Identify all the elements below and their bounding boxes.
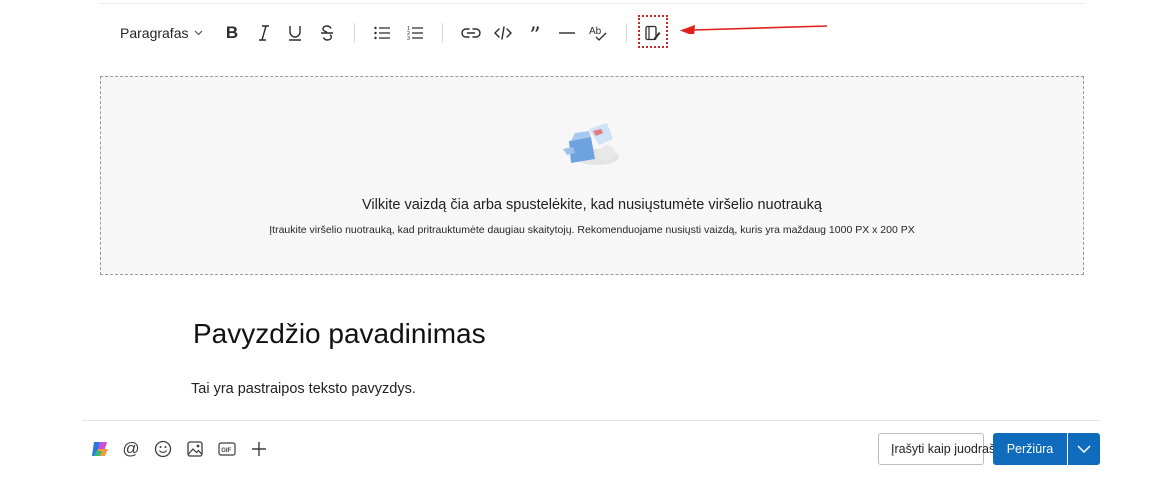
cover-photo-dropzone[interactable]: Vilkite vaizdą čia arba spustelėkite, ka…	[100, 76, 1084, 275]
cover-upload-illustration-icon	[563, 123, 619, 165]
code-button[interactable]	[491, 18, 515, 48]
quote-icon: ”	[529, 24, 541, 49]
copilot-button[interactable]	[88, 437, 112, 461]
preview-dropdown-button[interactable]	[1068, 433, 1100, 465]
spellcheck-button[interactable]: Ab	[586, 18, 612, 48]
paragraph-style-dropdown[interactable]: Paragrafas	[120, 18, 206, 48]
italic-icon	[259, 25, 269, 41]
svg-text:3: 3	[407, 36, 410, 41]
code-icon	[494, 26, 512, 40]
bottom-divider	[82, 420, 1100, 421]
add-content-button[interactable]	[247, 437, 271, 461]
highlight-box	[638, 15, 668, 48]
svg-text:Ab: Ab	[589, 26, 602, 37]
mention-icon: @	[122, 439, 140, 458]
preview-button[interactable]: Peržiūra	[993, 433, 1067, 465]
save-draft-label: Įrašyti kaip juodraštį	[891, 442, 1002, 456]
toolbar-divider	[442, 23, 443, 43]
strikethrough-icon	[321, 25, 333, 41]
emoji-button[interactable]	[151, 437, 175, 461]
save-draft-button[interactable]: Įrašyti kaip juodraštį	[878, 433, 1001, 465]
add-icon	[252, 442, 266, 456]
annotation-arrow	[680, 25, 828, 34]
underline-icon	[289, 26, 301, 41]
image-button[interactable]	[183, 437, 207, 461]
preview-label: Peržiūra	[1006, 442, 1054, 456]
horizontal-rule-icon	[559, 32, 575, 34]
toolbar-divider	[354, 23, 355, 43]
chevron-down-icon	[195, 30, 203, 36]
gif-icon: GIF	[218, 442, 236, 456]
top-divider	[100, 3, 1084, 4]
underline-button[interactable]	[283, 18, 307, 48]
strikethrough-button[interactable]	[315, 18, 339, 48]
emoji-icon	[154, 440, 172, 458]
link-icon	[461, 28, 481, 38]
bulleted-list-button[interactable]	[370, 18, 394, 48]
cover-title: Vilkite vaizdą čia arba spustelėkite, ka…	[362, 197, 822, 213]
article-title[interactable]: Pavyzdžio pavadinimas	[193, 318, 486, 350]
cover-subtitle: Įtraukite viršelio nuotrauką, kad pritra…	[269, 224, 915, 236]
bulleted-list-icon	[374, 26, 390, 40]
numbered-list-icon: 123	[407, 26, 423, 41]
gif-button[interactable]: GIF	[215, 437, 239, 461]
link-button[interactable]	[458, 18, 484, 48]
italic-button[interactable]	[252, 18, 276, 48]
quote-button[interactable]: ”	[523, 18, 547, 48]
image-icon	[187, 441, 203, 457]
horizontal-rule-button[interactable]	[555, 18, 579, 48]
toolbar-divider	[626, 23, 627, 43]
numbered-list-button[interactable]: 123	[403, 18, 427, 48]
chevron-down-icon	[1077, 445, 1091, 453]
paragraph-style-label: Paragrafas	[120, 25, 189, 41]
article-paragraph[interactable]: Tai yra pastraipos teksto pavyzdys.	[191, 381, 416, 397]
spellcheck-icon: Ab	[589, 26, 607, 41]
bold-icon: B	[225, 23, 239, 42]
bold-button[interactable]: B	[220, 18, 244, 48]
copilot-icon	[92, 442, 108, 456]
mention-button[interactable]: @	[119, 437, 143, 461]
svg-text:GIF: GIF	[221, 448, 231, 454]
